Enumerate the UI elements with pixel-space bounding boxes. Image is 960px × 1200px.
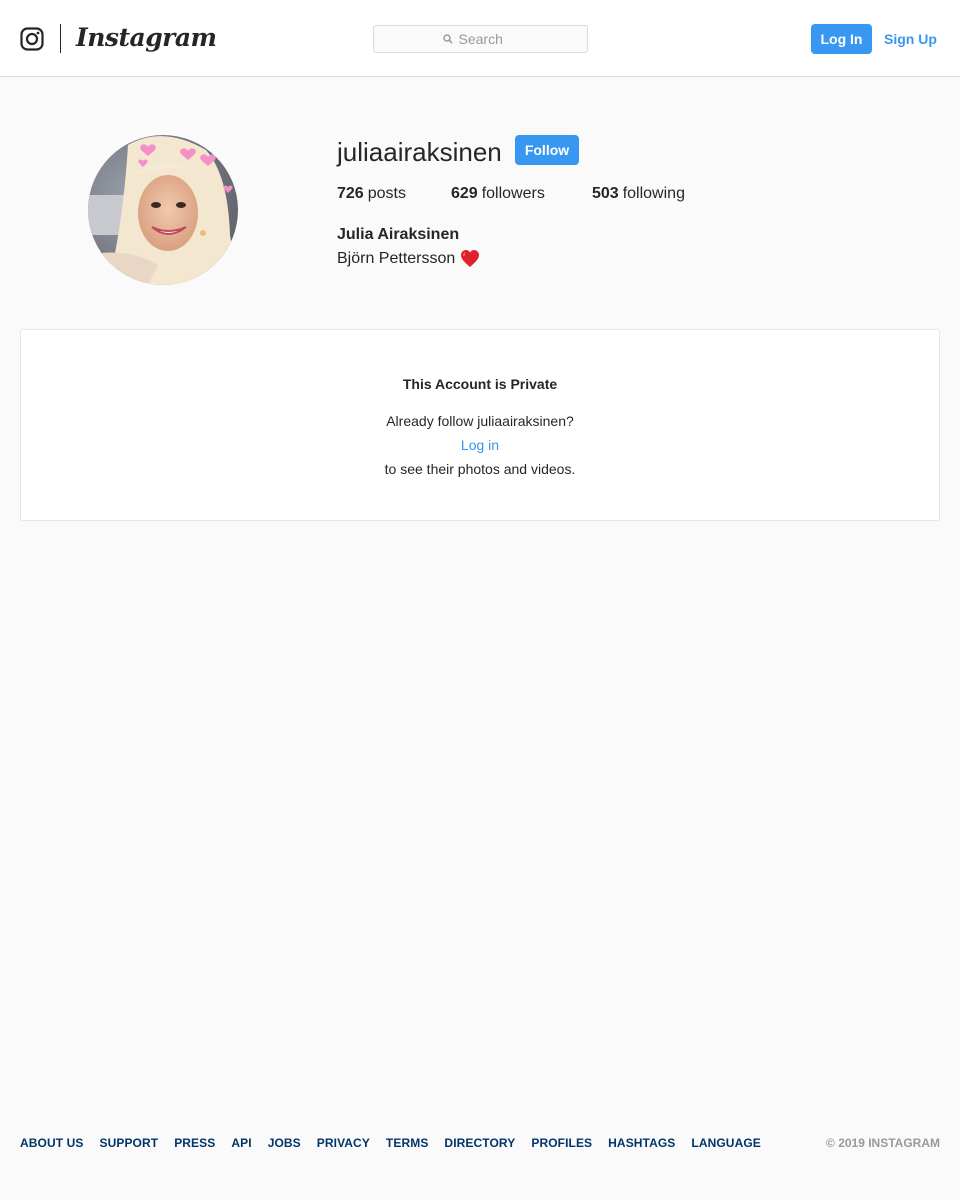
followers-stat[interactable]: 629 followers xyxy=(451,184,545,204)
private-follow-question: Already follow juliaairaksinen? xyxy=(386,413,574,429)
signup-link[interactable]: Sign Up xyxy=(884,24,937,54)
profile-bio: Björn Pettersson xyxy=(337,249,480,269)
following-count: 503 xyxy=(592,185,619,202)
profile-full-name: Julia Airaksinen xyxy=(337,226,460,243)
followers-count: 629 xyxy=(451,185,478,202)
following-label: following xyxy=(622,185,685,202)
bio-text: Björn Pettersson xyxy=(337,250,456,267)
search-input[interactable] xyxy=(458,31,519,47)
footer-link-support[interactable]: SUPPORT xyxy=(99,1134,158,1152)
instagram-camera-icon[interactable] xyxy=(20,27,44,51)
footer: ABOUT US SUPPORT PRESS API JOBS PRIVACY … xyxy=(20,1134,940,1152)
footer-link-api[interactable]: API xyxy=(231,1134,251,1152)
private-explanation: to see their photos and videos. xyxy=(384,461,576,477)
search-icon xyxy=(442,34,453,44)
logo-divider xyxy=(60,24,61,53)
private-title: This Account is Private xyxy=(402,376,558,392)
footer-link-jobs[interactable]: JOBS xyxy=(268,1134,301,1152)
followers-label: followers xyxy=(481,185,545,202)
profile-username: juliaairaksinen xyxy=(337,137,502,167)
red-heart-icon xyxy=(461,250,480,267)
posts-stat: 726 posts xyxy=(337,184,406,204)
footer-link-profiles[interactable]: PROFILES xyxy=(531,1134,592,1152)
footer-link-press[interactable]: PRESS xyxy=(174,1134,215,1152)
instagram-wordmark[interactable]: Instagram xyxy=(76,22,217,54)
posts-label: posts xyxy=(367,185,406,202)
following-stat[interactable]: 503 following xyxy=(592,184,685,204)
private-login-link[interactable]: Log in xyxy=(21,436,939,454)
search-box[interactable] xyxy=(373,25,588,53)
private-account-notice: This Account is Private Already follow j… xyxy=(20,329,940,521)
follow-button[interactable]: Follow xyxy=(515,135,579,165)
posts-count: 726 xyxy=(337,185,364,202)
login-button[interactable]: Log In xyxy=(811,24,872,54)
footer-link-terms[interactable]: TERMS xyxy=(386,1134,429,1152)
footer-links: ABOUT US SUPPORT PRESS API JOBS PRIVACY … xyxy=(20,1134,940,1152)
profile-avatar xyxy=(88,135,238,285)
footer-link-hashtags[interactable]: HASHTAGS xyxy=(608,1134,675,1152)
footer-link-about-us[interactable]: ABOUT US xyxy=(20,1134,83,1152)
copyright: © 2019 INSTAGRAM xyxy=(826,1136,940,1150)
footer-link-directory[interactable]: DIRECTORY xyxy=(444,1134,515,1152)
footer-link-privacy[interactable]: PRIVACY xyxy=(317,1134,370,1152)
avatar-photo xyxy=(88,135,238,285)
footer-link-language[interactable]: LANGUAGE xyxy=(691,1134,760,1152)
top-navigation-bar: Instagram Log In Sign Up xyxy=(0,0,960,77)
